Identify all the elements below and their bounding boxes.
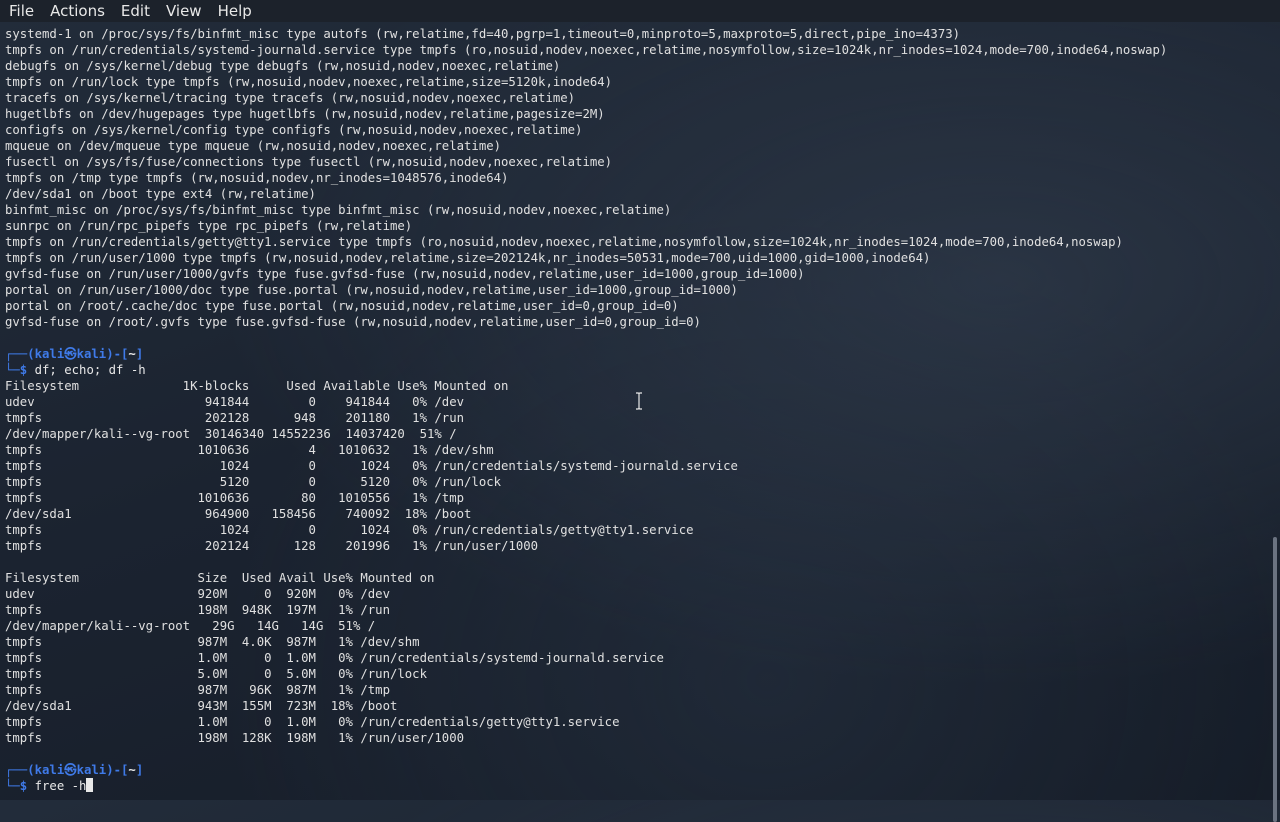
df-output-line: tmpfs 1010636 4 1010632 1% /dev/shm [5,443,494,457]
mount-output-line: mqueue on /dev/mqueue type mqueue (rw,no… [5,139,502,153]
mount-output-line: fusectl on /sys/fs/fuse/connections type… [5,155,613,169]
prompt-line-bottom: └─$ df; echo; df -h [5,362,1270,378]
prompt-dollar: └─$ [5,779,35,793]
df-output-line: tmpfs 5120 0 5120 0% /run/lock [5,475,502,489]
mount-output-line: tmpfs on /run/credentials/getty@tty1.ser… [5,235,1123,249]
menu-bar: File Actions Edit View Help [0,0,1280,22]
text-cursor [86,778,94,792]
prompt-host: kali [76,347,107,361]
menu-help[interactable]: Help [210,0,260,22]
prompt-frame: ] [135,347,144,361]
prompt-line-top: ┌──(kali㉿kali)-[~] [5,762,1270,778]
df-h-output-line: tmpfs 5.0M 0 5.0M 0% /run/lock [5,667,427,681]
menu-actions[interactable]: Actions [42,0,113,22]
mount-output-line: gvfsd-fuse on /run/user/1000/gvfs type f… [5,267,805,281]
prompt-at-symbol: ㉿ [64,763,77,777]
mount-output-line: tmpfs on /run/lock type tmpfs (rw,nosuid… [5,75,613,89]
df-h-output-line: Filesystem Size Used Avail Use% Mounted … [5,571,435,585]
mount-output-line: gvfsd-fuse on /root/.gvfs type fuse.gvfs… [5,315,701,329]
prompt-frame: ] [135,763,144,777]
menu-edit[interactable]: Edit [113,0,158,22]
df-h-output-line: tmpfs 198M 128K 198M 1% /run/user/1000 [5,731,465,745]
mount-output-line: tmpfs on /run/credentials/systemd-journa… [5,43,1168,57]
prompt-host: kali [76,763,107,777]
mount-output-line: /dev/sda1 on /boot type ext4 (rw,relatim… [5,187,316,201]
df-output-line: tmpfs 202128 948 201180 1% /run [5,411,465,425]
command-text: df; echo; df -h [34,363,146,377]
df-h-output-line: tmpfs 1.0M 0 1.0M 0% /run/credentials/ge… [5,715,620,729]
mount-output-line: configfs on /sys/kernel/config type conf… [5,123,583,137]
df-output-line: /dev/sda1 964900 158456 740092 18% /boot [5,507,472,521]
mount-output-line: portal on /run/user/1000/doc type fuse.p… [5,283,738,297]
mount-output-line: tmpfs on /tmp type tmpfs (rw,nosuid,node… [5,171,509,185]
prompt-directory: ~ [128,347,136,361]
scrollbar-thumb[interactable] [1273,537,1277,822]
df-output-line: /dev/mapper/kali--vg-root 30146340 14552… [5,427,457,441]
prompt-at-symbol: ㉿ [64,347,77,361]
prompt-directory: ~ [128,763,136,777]
mount-output-line: sunrpc on /run/rpc_pipefs type rpc_pipef… [5,219,413,233]
prompt-frame: ┌──( [5,763,35,777]
scrollbar[interactable] [1270,22,1280,822]
df-h-output-line: /dev/mapper/kali--vg-root 29G 14G 14G 51… [5,619,376,633]
menu-file[interactable]: File [0,0,42,22]
df-h-output-line: tmpfs 987M 4.0K 987M 1% /dev/shm [5,635,420,649]
prompt-frame: )-[ [106,763,129,777]
prompt-line-bottom[interactable]: └─$ free -h [5,778,1270,794]
mount-output: systemd-1 on /proc/sys/fs/binfmt_misc ty… [5,26,1270,330]
df-output-line: tmpfs 1024 0 1024 0% /run/credentials/sy… [5,459,738,473]
prompt-user: kali [34,763,65,777]
menu-view[interactable]: View [158,0,210,22]
prompt-user: kali [34,347,65,361]
df-h-output-line: tmpfs 1.0M 0 1.0M 0% /run/credentials/sy… [5,651,664,665]
prompt-line-top: ┌──(kali㉿kali)-[~] [5,346,1270,362]
mount-output-line: hugetlbfs on /dev/hugepages type hugetlb… [5,107,605,121]
df-h-output: Filesystem Size Used Avail Use% Mounted … [5,570,1270,746]
df-h-output-line: tmpfs 987M 96K 987M 1% /tmp [5,683,390,697]
df-h-output-line: tmpfs 198M 948K 197M 1% /run [5,603,390,617]
df-output-line: tmpfs 1010636 80 1010556 1% /tmp [5,491,465,505]
mount-output-line: binfmt_misc on /proc/sys/fs/binfmt_misc … [5,203,672,217]
mount-output-line: tmpfs on /run/user/1000 type tmpfs (rw,n… [5,251,931,265]
prompt-frame: ┌──( [5,347,35,361]
df-h-output-line: /dev/sda1 943M 155M 723M 18% /boot [5,699,398,713]
df-h-output-line: udev 920M 0 920M 0% /dev [5,587,390,601]
df-output-line: tmpfs 1024 0 1024 0% /run/credentials/ge… [5,523,694,537]
terminal-view[interactable]: systemd-1 on /proc/sys/fs/binfmt_misc ty… [0,22,1270,800]
mount-output-line: debugfs on /sys/kernel/debug type debugf… [5,59,561,73]
mount-output-line: tracefs on /sys/kernel/tracing type trac… [5,91,576,105]
command-input[interactable]: free -h [35,779,87,793]
prompt-frame: )-[ [106,347,129,361]
ibeam-cursor-icon [636,392,642,410]
mount-output-line: portal on /root/.cache/doc type fuse.por… [5,299,679,313]
mount-output-line: systemd-1 on /proc/sys/fs/binfmt_misc ty… [5,27,961,41]
df-output-line: tmpfs 202124 128 201996 1% /run/user/100… [5,539,539,553]
prompt-dollar: └─$ [5,363,35,377]
